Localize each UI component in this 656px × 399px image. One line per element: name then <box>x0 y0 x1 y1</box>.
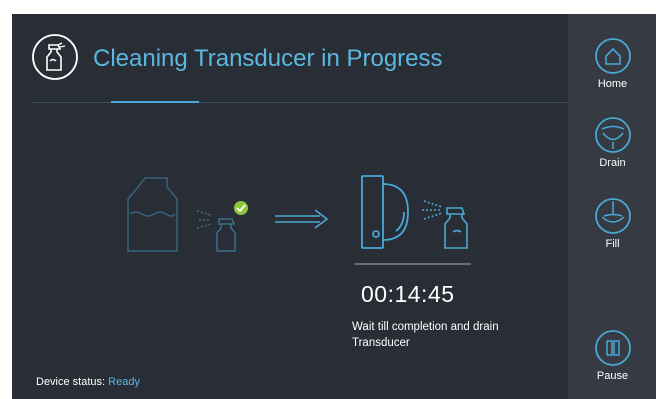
fill-label: Fill <box>605 238 620 250</box>
app-screen: Cleaning Transducer in Progress 00:14:45… <box>12 14 656 399</box>
drain-icon <box>594 117 631 153</box>
home-icon <box>594 38 631 74</box>
home-button[interactable]: Home <box>568 37 656 90</box>
arrow-right-icon <box>275 209 329 229</box>
drain-button[interactable]: Drain <box>568 116 656 169</box>
spray-bottle-large-icon <box>422 200 468 249</box>
device-status: Device status: Ready <box>36 376 140 388</box>
main-panel: Cleaning Transducer in Progress 00:14:45… <box>12 14 567 399</box>
pause-button[interactable]: Pause <box>568 329 656 382</box>
device-status-value: Ready <box>108 376 140 388</box>
instruction-message: Wait till completion and drain Transduce… <box>352 321 499 349</box>
countdown-timer: 00:14:45 <box>361 281 455 307</box>
fill-icon <box>594 198 631 234</box>
sidebar: Home Drain Fill Pause <box>567 14 656 399</box>
spray-bottle-small-icon <box>196 210 236 252</box>
water-container-icon <box>127 177 178 252</box>
home-label: Home <box>597 78 628 90</box>
pause-icon <box>594 330 631 366</box>
device-status-label: Device status: <box>36 376 109 388</box>
drain-label: Drain <box>599 157 626 169</box>
transducer-icon <box>361 175 409 249</box>
check-icon <box>234 201 248 215</box>
fill-button[interactable]: Fill <box>568 197 656 250</box>
pause-label: Pause <box>596 370 629 382</box>
